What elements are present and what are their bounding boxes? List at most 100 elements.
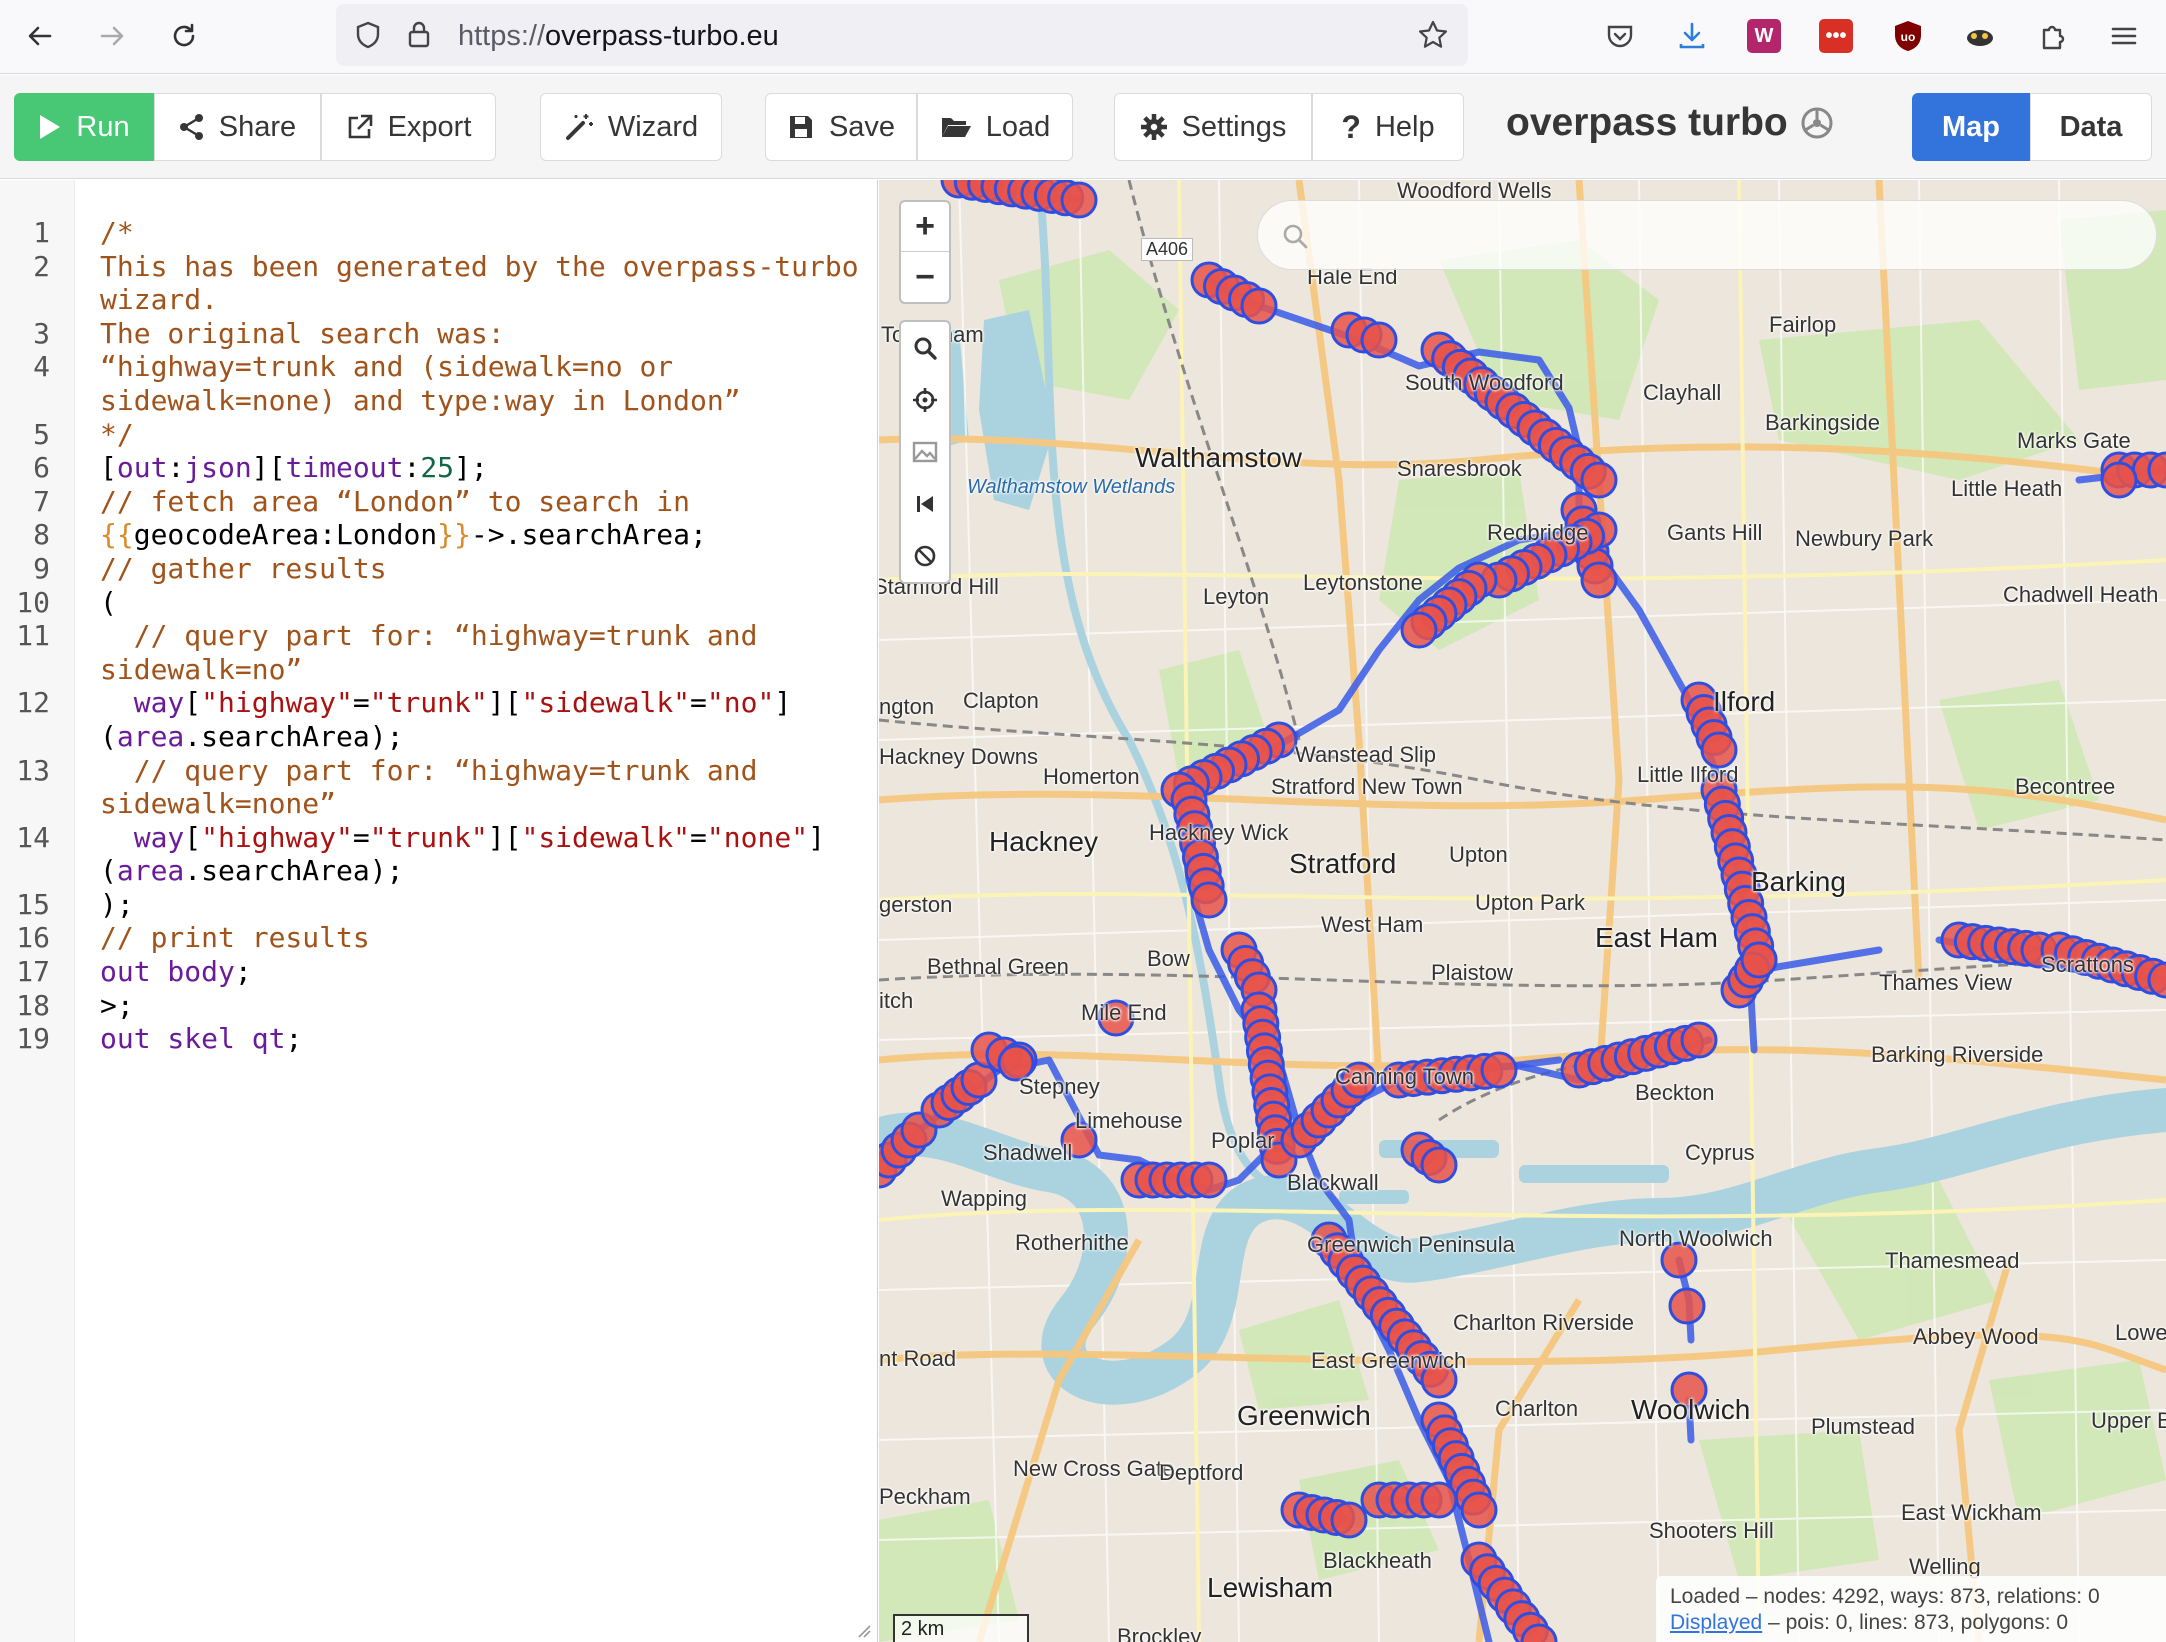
line-number: 17 [16, 955, 50, 989]
export-image-button[interactable] [901, 426, 949, 478]
result-node-marker[interactable] [1240, 287, 1278, 325]
code-area[interactable]: 1 /* 2 This has been generated by the overp… [0, 216, 877, 1056]
map-tab[interactable]: Map [1912, 93, 2030, 161]
export-button[interactable]: Export [321, 93, 496, 161]
code-line[interactable]: 8 {{geocodeArea:London}}->.searchArea; [0, 518, 877, 552]
place-label-charlton: Charlton [1495, 1396, 1579, 1421]
pocket-button[interactable] [1596, 12, 1644, 60]
code-line[interactable]: 13 // query part for: “highway=trunk and… [0, 754, 877, 821]
result-node-marker[interactable] [1580, 561, 1618, 599]
map-search-input[interactable] [1322, 217, 2102, 253]
line-number: 16 [16, 921, 50, 955]
code-line[interactable]: 9 // gather results [0, 552, 877, 586]
load-button[interactable]: Load [917, 93, 1073, 161]
back-button[interactable] [14, 10, 66, 62]
app-title: overpass turbo [1506, 101, 1834, 145]
result-node-marker[interactable] [1330, 1501, 1368, 1539]
result-node-marker[interactable] [1460, 1491, 1498, 1529]
code-line[interactable]: 6 [out:json][timeout:25]; [0, 451, 877, 485]
place-label-upton: Upton [1449, 842, 1508, 867]
place-label-lower-belvedere: Lowe [2115, 1320, 2166, 1345]
result-node-marker[interactable] [1420, 1146, 1458, 1184]
lock-icon[interactable] [404, 18, 434, 50]
data-tab[interactable]: Data [2030, 93, 2152, 161]
settings-button[interactable]: Settings [1114, 93, 1312, 161]
code-line[interactable]: 4 “highway=trunk and (sidewalk=no or side… [0, 350, 877, 417]
query-editor[interactable]: 1 /* 2 This has been generated by the overp… [0, 180, 878, 1642]
place-label-gants-hill: Gants Hill [1667, 520, 1763, 545]
map-search-box[interactable] [1257, 200, 2157, 270]
browser-toolbar: https://overpass-turbo.eu W ••• uo [0, 0, 2166, 74]
share-button[interactable]: Share [154, 93, 321, 161]
code-line[interactable]: 3 The original search was: [0, 317, 877, 351]
code-line[interactable]: 7 // fetch area “London” to search in [0, 485, 877, 519]
result-node-marker[interactable] [1580, 461, 1618, 499]
code-line[interactable]: 12 way["highway"="trunk"]["sidewalk"="no… [0, 686, 877, 753]
code-line[interactable]: 14 way["highway"="trunk"]["sidewalk"="no… [0, 821, 877, 888]
result-node-marker[interactable] [1190, 1161, 1228, 1199]
wizard-button[interactable]: Wizard [540, 93, 722, 161]
help-button[interactable]: ? Help [1312, 93, 1464, 161]
result-node-marker[interactable] [1060, 181, 1098, 219]
menu-button[interactable] [2100, 12, 2148, 60]
forward-button[interactable] [86, 10, 138, 62]
result-node-marker[interactable] [1680, 1021, 1718, 1059]
code-line[interactable]: 16 // print results [0, 921, 877, 955]
toggle-data-button[interactable] [901, 530, 949, 582]
code-token: way [133, 686, 185, 720]
code-line[interactable]: 5 */ [0, 418, 877, 452]
code-line[interactable]: 1 /* [0, 216, 877, 250]
map-view[interactable]: Woodford WellsA406Hale EndTottenhamFairl… [879, 180, 2166, 1642]
result-node-marker[interactable] [1480, 1051, 1518, 1089]
extension-animal-icon [1967, 30, 1993, 46]
code-line[interactable]: 18 >; [0, 989, 877, 1023]
stats-displayed-link[interactable]: Displayed [1670, 1611, 1762, 1634]
result-node-marker[interactable] [1420, 1481, 1458, 1519]
zoom-to-data-button[interactable] [901, 322, 949, 374]
locate-me-button[interactable] [901, 374, 949, 426]
extensions-button[interactable] [2028, 12, 2076, 60]
stats-displayed: – pois: 0, lines: 873, polygons: 0 [1762, 1611, 2069, 1634]
code-line[interactable]: 17 out body; [0, 955, 877, 989]
pocket-icon [1607, 25, 1633, 48]
shield-icon[interactable] [352, 19, 384, 51]
result-node-marker[interactable] [1360, 321, 1398, 359]
result-node-marker[interactable] [1400, 611, 1438, 649]
extension-animal-button[interactable] [1956, 12, 2004, 60]
result-node-marker[interactable] [1668, 1287, 1706, 1325]
place-label-brockley: Brockley [1117, 1624, 1202, 1642]
result-node-marker[interactable] [2100, 461, 2138, 499]
code-line[interactable]: 19 out skel qt; [0, 1022, 877, 1056]
first-result-button[interactable] [901, 478, 949, 530]
magnifier-icon [914, 337, 937, 360]
bookmark-star-icon[interactable] [1416, 18, 1450, 52]
url-text[interactable]: https://overpass-turbo.eu [458, 20, 779, 53]
place-label-leytonstone: Leytonstone [1303, 570, 1423, 595]
place-label-mile-end: Mile End [1081, 1000, 1167, 1025]
run-button[interactable]: Run [14, 93, 154, 161]
address-bar[interactable]: https://overpass-turbo.eu [336, 4, 1468, 66]
code-token: // print results [100, 921, 370, 955]
result-node-marker[interactable] [1190, 881, 1228, 919]
place-label-haggerston: gerston [879, 892, 953, 917]
code-line[interactable]: 2 This has been generated by the overpass… [0, 250, 877, 317]
zoom-out-button[interactable]: − [901, 252, 949, 302]
code-line[interactable]: 15); [0, 888, 877, 922]
place-label-scrattons: Scrattons [2041, 952, 2134, 977]
place-label-new-cross-gate: New Cross Gate [1013, 1456, 1175, 1481]
ublock-button[interactable]: uo [1884, 12, 1932, 60]
extension-dots-button[interactable]: ••• [1812, 12, 1860, 60]
share-label: Share [218, 110, 297, 143]
code-line[interactable]: 10 ( [0, 586, 877, 620]
code-line[interactable]: 11 // query part for: “highway=trunk and… [0, 619, 877, 686]
extension-w-button[interactable]: W [1740, 12, 1788, 60]
place-label-newbury-park: Newbury Park [1795, 526, 1934, 551]
downloads-button[interactable] [1668, 12, 1716, 60]
place-label-upper-belvedere: Upper B [2091, 1408, 2166, 1433]
reload-button[interactable] [158, 10, 210, 62]
gear-icon [1140, 114, 1167, 140]
resize-handle-icon[interactable] [857, 1624, 871, 1638]
zoom-in-button[interactable]: + [901, 202, 949, 252]
save-button[interactable]: Save [765, 93, 917, 161]
result-node-marker[interactable] [1740, 941, 1778, 979]
